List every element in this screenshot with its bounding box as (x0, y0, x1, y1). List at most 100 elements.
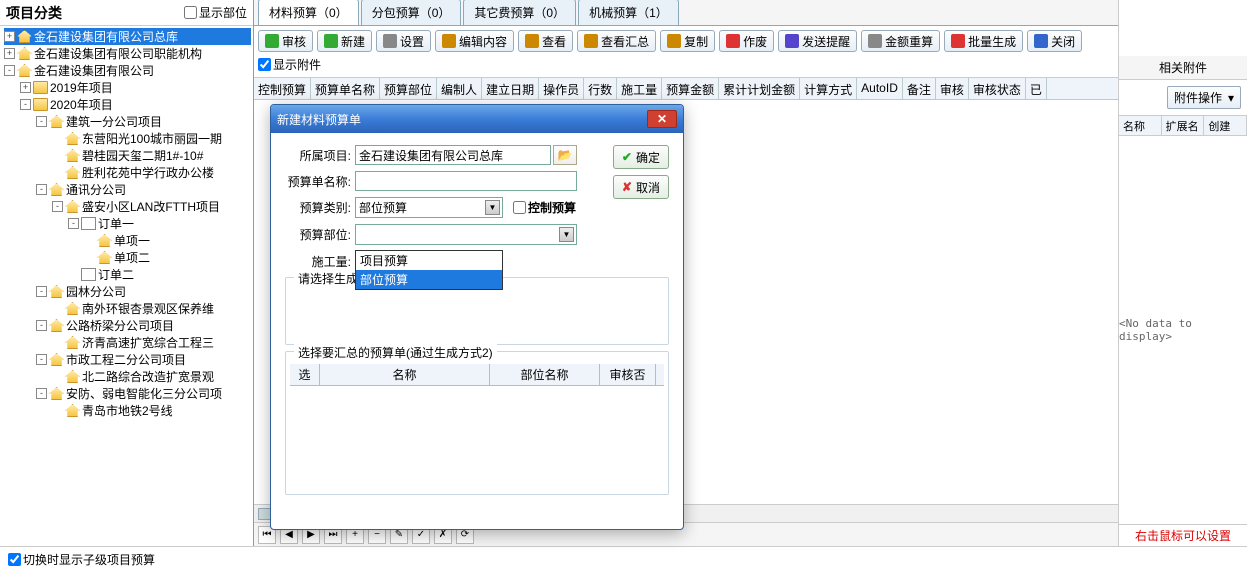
type-option-part[interactable]: 部位预算 (356, 270, 502, 289)
toolbar-复制[interactable]: 复制 (660, 30, 715, 52)
tree-node[interactable]: 单项一 (4, 232, 251, 249)
tab[interactable]: 材料预算（0） (258, 0, 359, 25)
toolbar-查看汇总[interactable]: 查看汇总 (577, 30, 656, 52)
tree-toggle[interactable]: - (36, 184, 47, 195)
tree-label: 单项二 (114, 249, 150, 266)
tree-node[interactable]: 青岛市地铁2号线 (4, 402, 251, 419)
grid-col[interactable]: 预算部位 (380, 78, 437, 99)
budget-type-select[interactable]: 部位预算▼ (355, 197, 503, 218)
grid-col[interactable]: 计算方式 (800, 78, 857, 99)
tree-toggle[interactable]: - (68, 218, 79, 229)
tree-toggle[interactable] (52, 150, 63, 161)
tree-node[interactable]: +金石建设集团有限公司总库 (4, 28, 251, 45)
tree-node[interactable]: 碧桂园天玺二期1#-10# (4, 147, 251, 164)
tree-node[interactable]: 济青高速扩宽综合工程三 (4, 334, 251, 351)
tree-toggle[interactable]: - (4, 65, 15, 76)
grid-col[interactable]: 操作员 (539, 78, 584, 99)
tree-node[interactable]: 东营阳光100城市丽园一期 (4, 130, 251, 147)
dialog-titlebar[interactable]: 新建材料预算单 ✕ (271, 105, 683, 133)
toolbar-审核[interactable]: 审核 (258, 30, 313, 52)
grid-col[interactable]: 控制预算 (254, 78, 311, 99)
tree-node[interactable]: 订单二 (4, 266, 251, 283)
tree-toggle[interactable] (52, 337, 63, 348)
attachment-ops-button[interactable]: 附件操作▾ (1167, 86, 1241, 109)
control-budget-checkbox[interactable]: 控制预算 (513, 199, 579, 216)
grid-col[interactable]: 行数 (584, 78, 617, 99)
tree-node[interactable]: -2020年项目 (4, 96, 251, 113)
grid-col[interactable]: 累计计划金额 (719, 78, 800, 99)
budget-part-select[interactable]: ▼ (355, 224, 577, 245)
tree-node[interactable]: -公路桥梁分公司项目 (4, 317, 251, 334)
tree-toggle[interactable]: - (36, 286, 47, 297)
dialog-close-button[interactable]: ✕ (647, 110, 677, 128)
tree-node[interactable]: 胜利花苑中学行政办公楼 (4, 164, 251, 181)
grid-col[interactable]: 审核 (936, 78, 969, 99)
grid-col[interactable]: 备注 (903, 78, 936, 99)
tree-node[interactable]: -盛安小区LAN改FTTH项目 (4, 198, 251, 215)
tree-toggle[interactable] (84, 252, 95, 263)
tree-toggle[interactable] (52, 133, 63, 144)
budget-type-dropdown[interactable]: 项目预算 部位预算 (355, 250, 503, 290)
toolbar-新建[interactable]: 新建 (317, 30, 372, 52)
tree-toggle[interactable] (52, 167, 63, 178)
tab[interactable]: 机械预算（1） (578, 0, 679, 25)
type-option-project[interactable]: 项目预算 (356, 251, 502, 270)
tree-node[interactable]: +金石建设集团有限公司职能机构 (4, 45, 251, 62)
tree-node[interactable]: -通讯分公司 (4, 181, 251, 198)
tree-node[interactable]: -金石建设集团有限公司 (4, 62, 251, 79)
tree-node[interactable]: -园林分公司 (4, 283, 251, 300)
cancel-button[interactable]: ✘取消 (613, 175, 669, 199)
show-attachments-checkbox[interactable]: 显示附件 (258, 56, 321, 73)
tree-toggle[interactable] (52, 303, 63, 314)
tree-node[interactable]: +2019年项目 (4, 79, 251, 96)
tree-toggle[interactable] (68, 269, 79, 280)
toolbar-关闭[interactable]: 关闭 (1027, 30, 1082, 52)
tree-toggle[interactable]: - (52, 201, 63, 212)
tree-node[interactable]: -建筑一分公司项目 (4, 113, 251, 130)
tree-toggle[interactable]: + (4, 48, 15, 59)
toolbar-发送提醒[interactable]: 发送提醒 (778, 30, 857, 52)
toolbar-金额重算[interactable]: 金额重算 (861, 30, 940, 52)
grid-col[interactable]: 预算单名称 (311, 78, 380, 99)
grid-col[interactable]: 编制人 (437, 78, 482, 99)
tree-node[interactable]: 南外环银杏景观区保养维 (4, 300, 251, 317)
tree-toggle[interactable]: - (36, 388, 47, 399)
toolbar-作废[interactable]: 作废 (719, 30, 774, 52)
project-picker-button[interactable]: 📂 (553, 145, 577, 165)
grid-col[interactable]: 施工量 (617, 78, 662, 99)
tree-toggle[interactable] (52, 371, 63, 382)
grid-col[interactable]: 审核状态 (969, 78, 1026, 99)
tree-node[interactable]: -订单一 (4, 215, 251, 232)
budget-name-input[interactable] (355, 171, 577, 191)
tree-node[interactable]: -安防、弱电智能化三分公司项 (4, 385, 251, 402)
toolbar-设置[interactable]: 设置 (376, 30, 431, 52)
show-child-budget-checkbox[interactable]: 切换时显示子级项目预算 (8, 551, 155, 568)
toolbar-编辑内容[interactable]: 编辑内容 (435, 30, 514, 52)
tree-node[interactable]: 单项二 (4, 249, 251, 266)
tree-label: 青岛市地铁2号线 (82, 402, 173, 419)
tree-toggle[interactable] (52, 405, 63, 416)
tree-toggle[interactable]: + (4, 31, 15, 42)
grid-col[interactable]: 预算金额 (662, 78, 719, 99)
grid-col[interactable]: AutoID (857, 78, 903, 99)
tree-toggle[interactable]: - (20, 99, 31, 110)
ok-button[interactable]: ✔确定 (613, 145, 669, 169)
project-tree[interactable]: +金石建设集团有限公司总库+金石建设集团有限公司职能机构-金石建设集团有限公司+… (0, 26, 253, 546)
tree-toggle[interactable] (84, 235, 95, 246)
tree-node[interactable]: -市政工程二分公司项目 (4, 351, 251, 368)
grid-col[interactable]: 已 (1026, 78, 1047, 99)
tree-node[interactable]: 北二路综合改造扩宽景观 (4, 368, 251, 385)
attach-col: 扩展名 (1162, 116, 1205, 135)
project-input[interactable] (355, 145, 551, 165)
toolbar-批量生成[interactable]: 批量生成 (944, 30, 1023, 52)
tree-toggle[interactable]: - (36, 116, 47, 127)
tree-toggle[interactable]: + (20, 82, 31, 93)
tree-toggle[interactable]: - (36, 354, 47, 365)
toolbar-查看[interactable]: 查看 (518, 30, 573, 52)
house-icon (49, 285, 64, 298)
grid-col[interactable]: 建立日期 (482, 78, 539, 99)
tab[interactable]: 其它费预算（0） (463, 0, 576, 25)
tab[interactable]: 分包预算（0） (361, 0, 462, 25)
tree-toggle[interactable]: - (36, 320, 47, 331)
show-parts-checkbox[interactable]: 显示部位 (184, 4, 247, 21)
